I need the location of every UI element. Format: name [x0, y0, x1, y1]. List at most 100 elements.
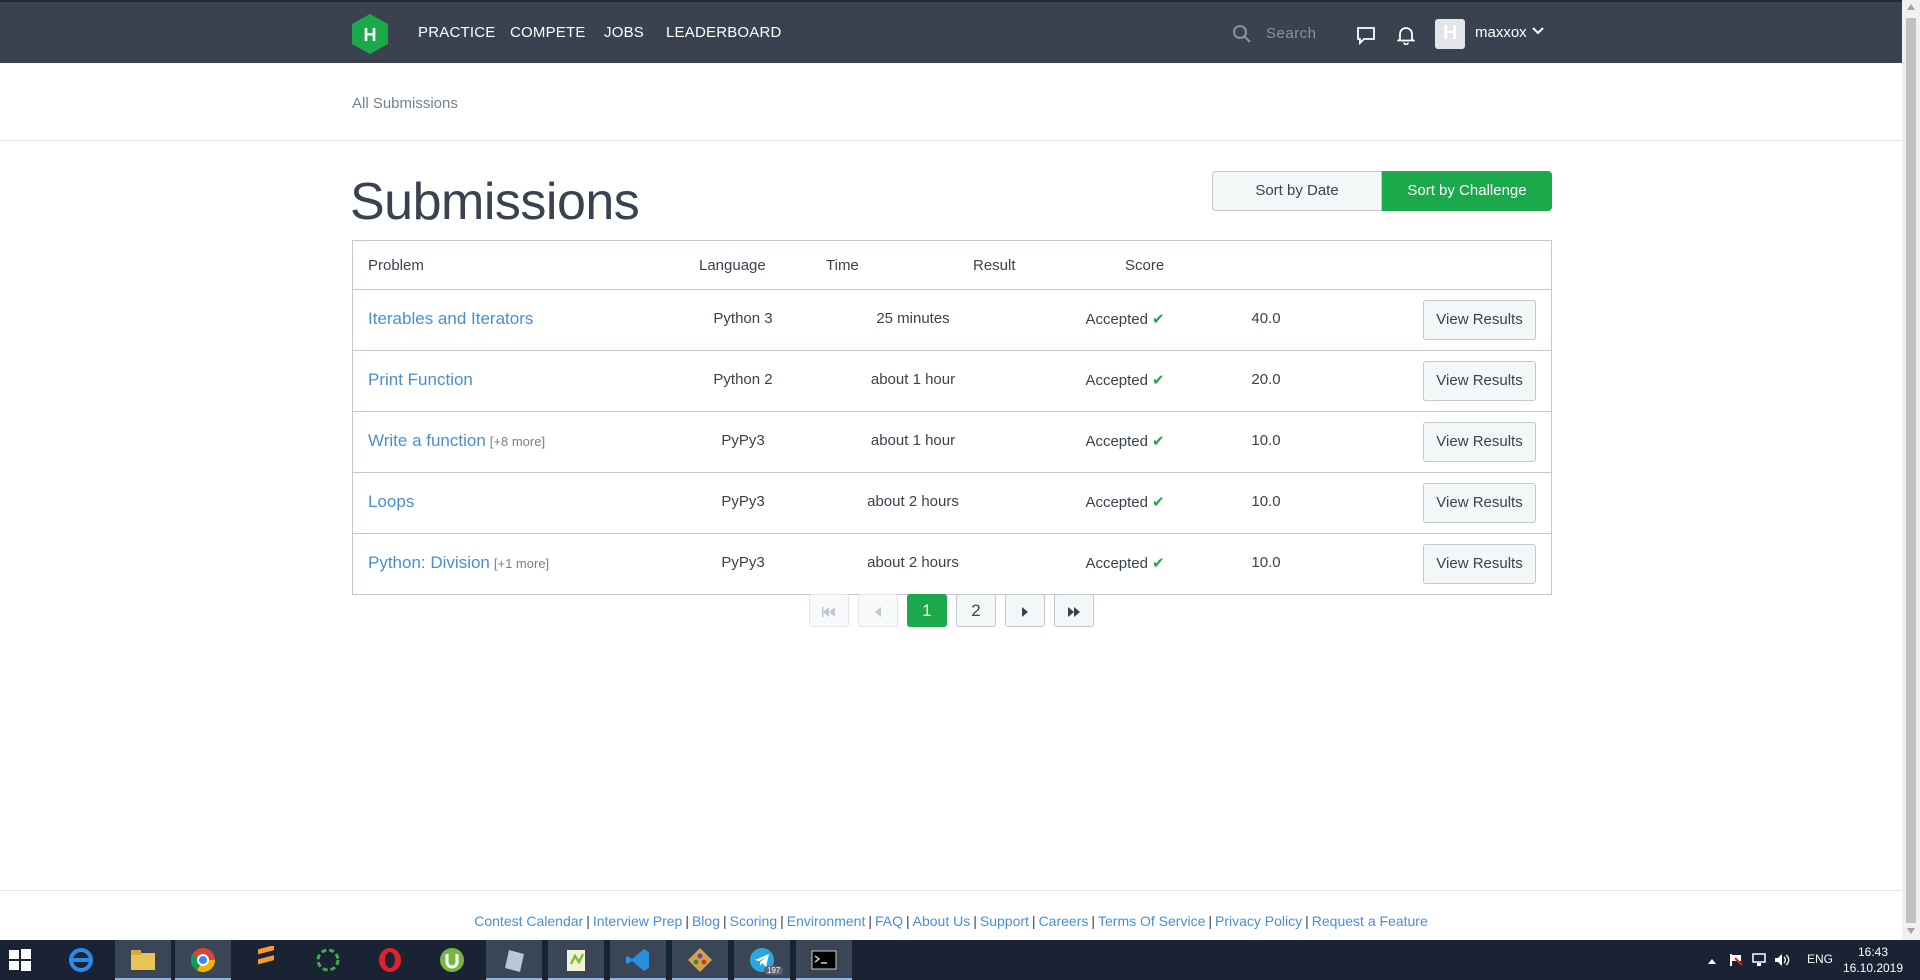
problem-name[interactable]: Loops — [368, 492, 414, 511]
next-page-button[interactable] — [1005, 594, 1045, 627]
sort-by-challenge-button[interactable]: Sort by Challenge — [1382, 171, 1552, 211]
bell-icon[interactable] — [1397, 25, 1415, 45]
footer-link-about-us[interactable]: About Us — [913, 913, 971, 929]
page-1-button[interactable]: 1 — [907, 594, 947, 627]
internet-explorer-icon — [69, 948, 93, 972]
footer-link-privacy[interactable]: Privacy Policy — [1215, 913, 1302, 929]
taskbar-explorer[interactable] — [115, 940, 171, 980]
page-title: Submissions — [350, 173, 640, 231]
problem-name[interactable]: Print Function — [368, 370, 473, 389]
chevron-down-icon[interactable] — [1532, 26, 1544, 36]
scroll-thumb[interactable] — [1906, 18, 1916, 923]
header-result: Result — [973, 257, 1016, 274]
sort-by-date-button[interactable]: Sort by Date — [1212, 171, 1382, 211]
taskbar-vscode[interactable] — [610, 940, 666, 980]
taskbar-notepadpp[interactable] — [548, 940, 604, 980]
footer-link-request-feature[interactable]: Request a Feature — [1312, 913, 1428, 929]
header-problem: Problem — [368, 257, 424, 274]
breadcrumb[interactable]: All Submissions — [352, 95, 458, 112]
tray-network-icon[interactable] — [1752, 953, 1766, 967]
footer-link-scoring[interactable]: Scoring — [730, 913, 777, 929]
time-cell: about 1 hour — [870, 371, 956, 388]
taskbar-app-green[interactable] — [300, 940, 356, 980]
score-cell: 10.0 — [1251, 493, 1281, 510]
time-cell: about 1 hour — [870, 432, 956, 449]
taskbar-utorrent[interactable] — [424, 940, 480, 980]
windows-start-icon[interactable] — [8, 948, 32, 972]
prev-page-button[interactable] — [858, 594, 898, 627]
language-cell: PyPy3 — [721, 432, 765, 449]
language-cell: Python 2 — [713, 371, 773, 388]
result-text: Accepted — [1085, 372, 1148, 389]
tray-language[interactable]: ENG — [1807, 952, 1833, 966]
problem-name[interactable]: Python: Division — [368, 553, 490, 572]
tray-chevron-up-icon[interactable] — [1707, 957, 1717, 965]
problem-name[interactable]: Iterables and Iterators — [368, 309, 533, 328]
problem-link[interactable]: Loops — [368, 492, 418, 512]
hackerrank-logo[interactable]: H — [352, 14, 388, 54]
footer-separator: | — [1208, 913, 1212, 929]
view-results-button[interactable]: View Results — [1423, 422, 1536, 462]
scroll-up-arrow-icon[interactable] — [1907, 4, 1915, 10]
taskbar-cmd[interactable] — [796, 940, 852, 980]
view-results-button[interactable]: View Results — [1423, 361, 1536, 401]
problem-link[interactable]: Write a function [+8 more] — [368, 431, 545, 451]
result-text: Accepted — [1085, 555, 1148, 572]
result-text: Accepted — [1085, 311, 1148, 328]
avatar[interactable]: H — [1435, 19, 1465, 49]
chat-icon[interactable] — [1356, 25, 1376, 45]
more-count: [+8 more] — [489, 434, 546, 449]
taskbar-sublime[interactable] — [238, 940, 294, 980]
scroll-down-arrow-icon[interactable] — [1907, 928, 1915, 934]
nav-jobs[interactable]: JOBS — [604, 24, 644, 41]
nav-practice[interactable]: PRACTICE — [418, 24, 495, 41]
last-page-button[interactable] — [1054, 594, 1094, 627]
taskbar-chrome[interactable] — [175, 940, 231, 980]
footer-link-support[interactable]: Support — [980, 913, 1029, 929]
username[interactable]: maxxox — [1475, 24, 1527, 41]
view-results-button[interactable]: View Results — [1423, 544, 1536, 584]
utorrent-icon — [440, 948, 464, 972]
opera-icon — [379, 948, 401, 972]
tray-flag-icon[interactable] — [1729, 953, 1743, 967]
footer-link-terms[interactable]: Terms Of Service — [1098, 913, 1205, 929]
check-icon: ✔ — [1151, 494, 1165, 511]
nav-leaderboard[interactable]: LEADERBOARD — [666, 24, 782, 41]
problem-name[interactable]: Write a function — [368, 431, 486, 450]
problem-link[interactable]: Print Function — [368, 370, 477, 390]
taskbar-ie[interactable] — [53, 940, 109, 980]
view-results-button[interactable]: View Results — [1423, 483, 1536, 523]
taskbar-git[interactable] — [672, 940, 728, 980]
telegram-badge: 197 — [764, 966, 784, 975]
problem-link[interactable]: Iterables and Iterators — [368, 309, 537, 329]
footer-divider — [0, 890, 1902, 891]
nav-compete[interactable]: COMPETE — [510, 24, 586, 41]
footer-link-faq[interactable]: FAQ — [875, 913, 903, 929]
pagination: 1 2 — [809, 594, 1103, 627]
taskbar-opera[interactable] — [362, 940, 418, 980]
taskbar-notes[interactable] — [486, 940, 542, 980]
language-cell: PyPy3 — [721, 554, 765, 571]
chevron-right-icon — [1022, 606, 1028, 617]
page-scrollbar[interactable] — [1902, 0, 1920, 940]
page-2-button[interactable]: 2 — [956, 594, 996, 627]
footer-link-blog[interactable]: Blog — [692, 913, 720, 929]
footer-link-interview-prep[interactable]: Interview Prep — [593, 913, 682, 929]
check-icon: ✔ — [1151, 433, 1165, 450]
taskbar-telegram[interactable]: 197 — [734, 940, 790, 980]
score-cell: 10.0 — [1251, 432, 1281, 449]
table-row: Print Function Python 2 about 1 hour Acc… — [353, 351, 1551, 412]
problem-link[interactable]: Python: Division [+1 more] — [368, 553, 549, 573]
git-gui-icon — [688, 948, 712, 972]
footer-separator: | — [868, 913, 872, 929]
tray-volume-icon[interactable] — [1774, 953, 1790, 967]
tray-clock[interactable]: 16:43 16.10.2019 — [1838, 944, 1908, 976]
view-results-button[interactable]: View Results — [1423, 300, 1536, 340]
first-page-button[interactable] — [809, 594, 849, 627]
footer-link-careers[interactable]: Careers — [1039, 913, 1089, 929]
search-input[interactable]: Search — [1232, 20, 1352, 48]
footer-link-environment[interactable]: Environment — [787, 913, 866, 929]
footer-link-contest-calendar[interactable]: Contest Calendar — [474, 913, 583, 929]
header-language: Language — [699, 257, 766, 274]
submissions-table: Problem Language Time Result Score Itera… — [352, 240, 1552, 595]
